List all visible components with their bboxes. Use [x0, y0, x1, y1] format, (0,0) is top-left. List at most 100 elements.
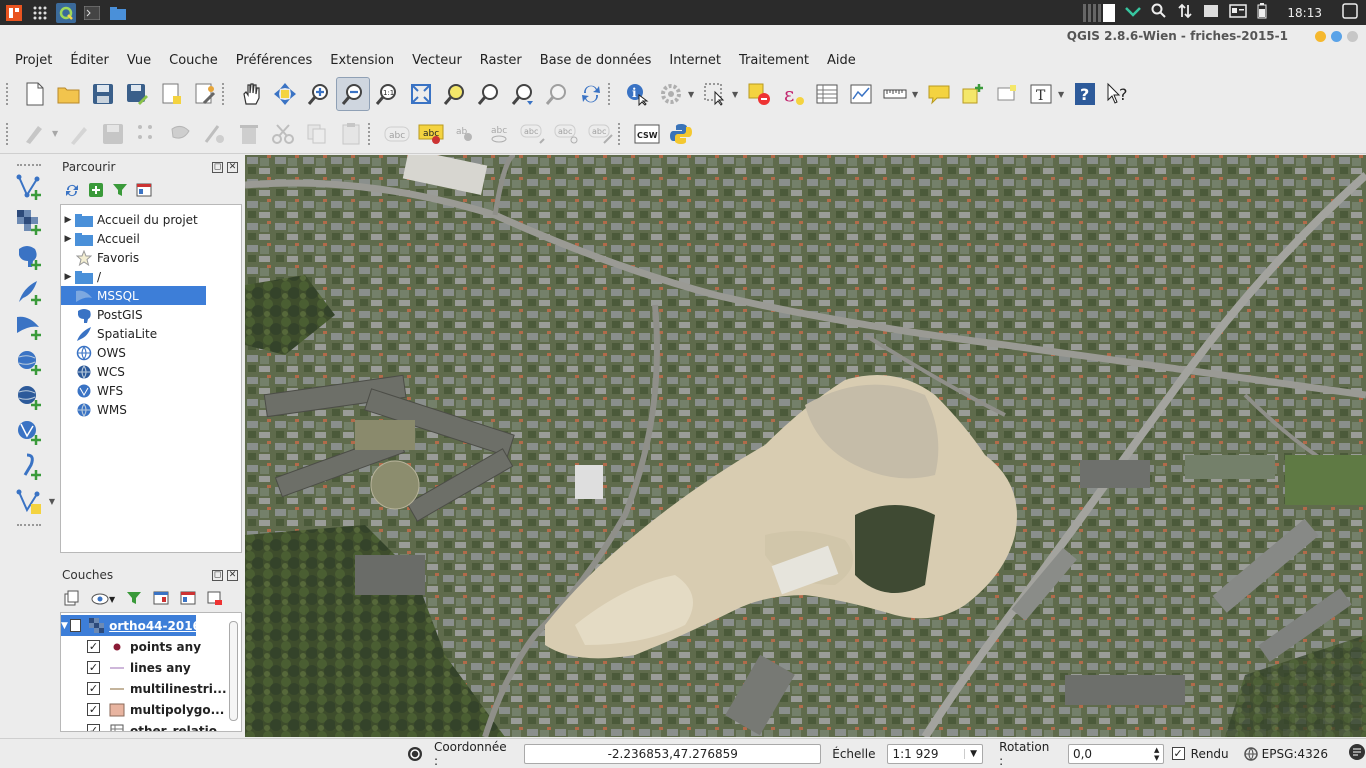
browser-item-postgis[interactable]: PostGIS	[61, 305, 241, 324]
layer-visibility-checkbox[interactable]: ✓	[87, 661, 100, 674]
add-wfs-layer-button[interactable]	[11, 415, 47, 449]
browser-item-root[interactable]: ▶ /	[61, 267, 241, 286]
add-selected-layers-icon[interactable]	[88, 182, 104, 201]
app-launcher-icon[interactable]	[4, 3, 24, 23]
add-raster-layer-button[interactable]	[11, 205, 47, 239]
layer-visibility-checkbox[interactable]: ✓	[87, 703, 100, 716]
search-icon[interactable]	[1151, 3, 1167, 22]
messages-icon[interactable]	[406, 745, 424, 763]
actions-gear-icon[interactable]	[654, 77, 688, 111]
menu-editer[interactable]: Éditer	[61, 53, 118, 68]
rotation-spinbox[interactable]: 0,0 ▲ ▼	[1067, 743, 1164, 764]
refresh-icon[interactable]	[64, 182, 80, 201]
text-annotation-button[interactable]: T	[1024, 77, 1058, 111]
layer-row[interactable]: ✓ other_relatio...	[61, 720, 241, 731]
chevron-down-icon[interactable]: ▼	[52, 129, 62, 138]
layer-visibility-checkbox[interactable]: ✓	[87, 640, 100, 653]
layer-visibility-checkbox[interactable]: ✓	[87, 724, 100, 731]
network-icon[interactable]	[1177, 3, 1193, 22]
layer-row[interactable]: ✓ multipolygo...	[61, 699, 241, 720]
filter-icon[interactable]	[126, 590, 142, 609]
crs-label[interactable]: EPSG:4326	[1262, 747, 1328, 761]
layer-row[interactable]: ✓ lines any	[61, 657, 241, 678]
browser-item-ows[interactable]: OWS	[61, 343, 241, 362]
field-calculator-button[interactable]: ε	[776, 77, 810, 111]
zoom-last-button[interactable]	[506, 77, 540, 111]
python-console-icon[interactable]	[664, 117, 698, 151]
float-panel-button[interactable]: ◻	[212, 569, 223, 581]
id-card-icon[interactable]	[1229, 4, 1248, 21]
add-mssql-layer-button[interactable]	[11, 310, 47, 344]
browser-item-mssql[interactable]: MSSQL	[61, 286, 206, 305]
folder-icon[interactable]	[108, 3, 128, 23]
maximize-button[interactable]	[1331, 31, 1342, 42]
toolbar-grip[interactable]	[222, 83, 228, 105]
menu-vecteur[interactable]: Vecteur	[403, 53, 471, 68]
rotate-label-icon[interactable]: abc	[550, 117, 584, 151]
select-features-button[interactable]	[698, 77, 732, 111]
menu-aide[interactable]: Aide	[818, 53, 865, 68]
menu-couche[interactable]: Couche	[160, 53, 227, 68]
new-project-button[interactable]	[18, 77, 52, 111]
browser-item-favoris[interactable]: Favoris	[61, 248, 241, 267]
layers-scrollbar[interactable]	[229, 621, 238, 721]
layer-labeling-abc-icon[interactable]: abc	[414, 117, 448, 151]
toolbar-grip[interactable]	[618, 122, 624, 145]
grid-icon[interactable]	[30, 3, 50, 23]
node-tool-icon[interactable]	[198, 117, 232, 151]
move-label-icon[interactable]: abc	[516, 117, 550, 151]
toolbar-grip[interactable]	[368, 122, 374, 145]
new-shapefile-layer-button[interactable]: ▼	[11, 485, 55, 519]
toolbar-grip[interactable]	[6, 83, 12, 105]
add-wms-layer-button[interactable]	[11, 345, 47, 379]
checkmark-icon[interactable]	[1125, 5, 1142, 20]
chevron-down-icon[interactable]: ▼	[732, 90, 742, 99]
move-feature-icon[interactable]	[164, 117, 198, 151]
show-hide-label-icon[interactable]: abc	[482, 117, 516, 151]
float-panel-button[interactable]: ◻	[212, 161, 223, 173]
identify-features-button[interactable]: i	[620, 77, 654, 111]
toolbar-grip[interactable]	[17, 524, 41, 526]
layer-row[interactable]: ✓ multilinestri...	[61, 678, 241, 699]
spin-arrows-icon[interactable]: ▲ ▼	[1151, 746, 1163, 762]
composer-manager-button[interactable]	[188, 77, 222, 111]
browser-item-wfs[interactable]: WFS	[61, 381, 241, 400]
add-vector-layer-button[interactable]	[11, 170, 47, 204]
new-print-composer-button[interactable]	[154, 77, 188, 111]
menu-base-de-donnees[interactable]: Base de données	[531, 53, 661, 68]
zoom-to-selection-button[interactable]	[438, 77, 472, 111]
browser-item-wcs[interactable]: WCS	[61, 362, 241, 381]
menu-internet[interactable]: Internet	[660, 53, 730, 68]
remove-layer-icon[interactable]	[207, 590, 223, 609]
zoom-next-button[interactable]	[540, 77, 574, 111]
save-project-button[interactable]	[86, 77, 120, 111]
chevron-down-icon[interactable]: ▼	[964, 748, 982, 759]
expand-arrow-icon[interactable]: ▶	[61, 272, 75, 282]
expand-arrow-icon[interactable]: ▶	[61, 215, 75, 225]
help-icon[interactable]: ?	[1068, 77, 1102, 111]
current-edits-icon[interactable]	[18, 117, 52, 151]
pan-to-selection-button[interactable]	[268, 77, 302, 111]
collapse-arrow-icon[interactable]: ▼	[61, 621, 68, 631]
open-project-button[interactable]	[52, 77, 86, 111]
add-spatialite-layer-button[interactable]	[11, 275, 47, 309]
pan-hand-icon[interactable]	[234, 77, 268, 111]
expand-all-icon[interactable]	[153, 590, 169, 609]
toolbar-grip[interactable]	[17, 164, 41, 166]
filter-icon[interactable]	[112, 182, 128, 201]
qgis-icon[interactable]	[56, 2, 76, 23]
menu-projet[interactable]: Projet	[6, 53, 61, 68]
statistics-button[interactable]	[844, 77, 878, 111]
attribute-table-button[interactable]	[810, 77, 844, 111]
add-group-icon[interactable]	[64, 590, 80, 609]
add-delimited-text-layer-button[interactable]	[11, 450, 47, 484]
zoom-actual-size-button[interactable]: 1:1	[370, 77, 404, 111]
menu-extension[interactable]: Extension	[321, 53, 403, 68]
csw-icon[interactable]: CSW	[630, 117, 664, 151]
chevron-down-icon[interactable]: ▼	[1058, 90, 1068, 99]
highlight-pin-label-icon[interactable]: ab	[448, 117, 482, 151]
map-canvas[interactable]	[245, 155, 1366, 737]
coordinate-field[interactable]: -2.236853,47.276859	[524, 743, 822, 764]
menu-vue[interactable]: Vue	[118, 53, 160, 68]
save-as-button[interactable]	[120, 77, 154, 111]
